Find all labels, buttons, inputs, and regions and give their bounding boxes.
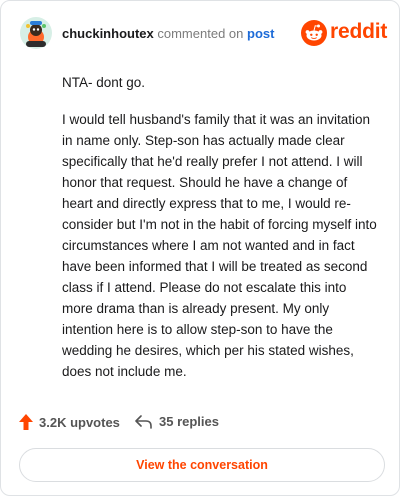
- comment-paragraph: I would tell husband's family that it wa…: [62, 112, 377, 379]
- upvote-arrow-icon: [19, 414, 33, 430]
- username-link[interactable]: chuckinhoutex: [62, 26, 154, 41]
- upvote-button[interactable]: 3.2K upvotes: [19, 414, 120, 430]
- comment-card: chuckinhoutex commented on post reddit N…: [0, 0, 400, 496]
- reply-arrow-icon: [135, 414, 152, 429]
- replies-button[interactable]: 35 replies: [135, 414, 219, 429]
- commented-on-label: commented on: [157, 26, 244, 41]
- comment-byline: chuckinhoutex commented on post: [62, 26, 274, 41]
- user-avatar-icon[interactable]: [20, 17, 52, 49]
- reply-count: 35 replies: [159, 414, 219, 429]
- comment-header: chuckinhoutex commented on post reddit: [20, 17, 387, 53]
- reddit-wordmark: reddit: [330, 20, 388, 43]
- reddit-alien-icon: [301, 20, 327, 46]
- reddit-logo[interactable]: reddit: [301, 20, 387, 46]
- comment-body: NTA- dont go. I would tell husband's fam…: [62, 72, 377, 398]
- post-link[interactable]: post: [247, 26, 274, 41]
- view-conversation-button[interactable]: View the conversation: [19, 448, 385, 482]
- comment-paragraph: NTA- dont go.: [62, 75, 146, 90]
- upvote-count: 3.2K upvotes: [39, 414, 120, 430]
